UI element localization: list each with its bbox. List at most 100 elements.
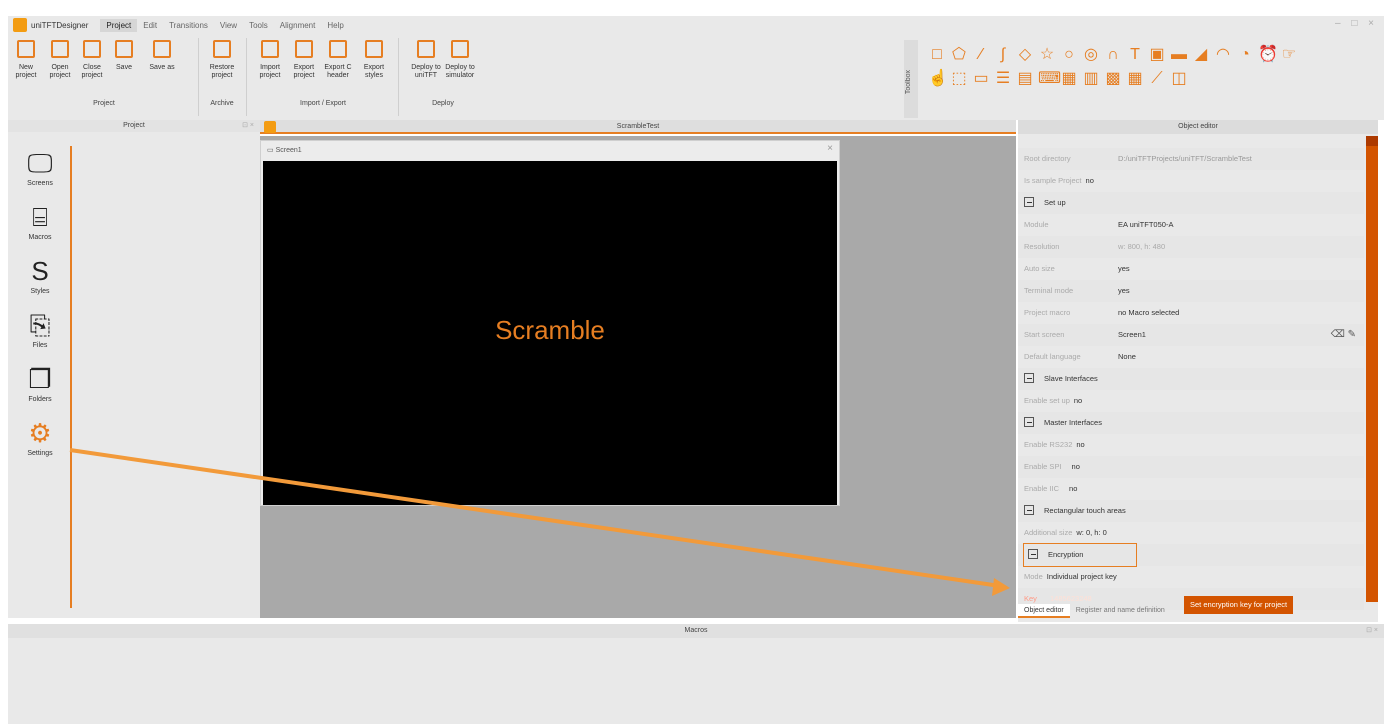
rectangle-tool-icon[interactable]: □	[928, 46, 946, 64]
menu-transitions[interactable]: Transitions	[163, 19, 214, 32]
spiral-tool-icon[interactable]: ◎	[1082, 46, 1100, 64]
camera-tool-icon[interactable]: ◫	[1170, 70, 1188, 88]
section-slave-interfaces[interactable]: Slave Interfaces	[1018, 368, 1364, 390]
panel-close-icon[interactable]: ⊡ ×	[242, 120, 254, 132]
close-project-button[interactable]: Close project	[74, 40, 110, 80]
triangle-tool-icon[interactable]: ◢	[1192, 46, 1210, 64]
dial-tool-icon[interactable]: ◔	[1236, 46, 1254, 64]
open-project-button[interactable]: Open project	[42, 40, 78, 80]
collapse-icon[interactable]	[1024, 197, 1034, 208]
screen-canvas[interactable]: Scramble	[263, 161, 837, 505]
property-row[interactable]: Enable set up no	[1018, 390, 1364, 412]
collapse-icon[interactable]	[1028, 549, 1038, 560]
save-button[interactable]: Save	[106, 40, 142, 72]
nav-folders[interactable]: ❐ Folders	[8, 362, 72, 416]
document-tab[interactable]: ScrambleTest	[260, 120, 1016, 134]
text-tool-icon[interactable]: T	[1126, 46, 1144, 64]
property-row[interactable]: Project macro no Macro selected	[1018, 302, 1364, 324]
clock-tool-icon[interactable]: ⏰	[1258, 46, 1278, 64]
property-row[interactable]: Terminal mode yes	[1018, 280, 1364, 302]
ribbon-separator	[398, 38, 399, 116]
menu-edit[interactable]: Edit	[137, 19, 163, 32]
macros-panel-header: Macros ⊡ ×	[8, 624, 1384, 638]
bar-tool-icon[interactable]: ▬	[1170, 46, 1188, 64]
menu-tools[interactable]: Tools	[243, 19, 274, 32]
scrollbar-thumb[interactable]	[1366, 136, 1378, 146]
collapse-icon[interactable]	[1024, 373, 1034, 384]
star-tool-icon[interactable]: ☆	[1038, 46, 1056, 64]
form-tool-icon[interactable]: ▥	[1082, 70, 1100, 88]
menu-view[interactable]: View	[214, 19, 243, 32]
scramble-text-object[interactable]: Scramble	[263, 315, 837, 346]
property-row[interactable]: Additional size w: 0, h: 0	[1018, 522, 1364, 544]
import-project-icon	[261, 40, 279, 58]
list-tool-icon[interactable]: ☰	[994, 70, 1012, 88]
property-row[interactable]: Root directory D:/uniTFTProjects/uniTFT/S…	[1018, 148, 1364, 170]
nav-macros[interactable]: ⌸ Macros	[8, 200, 72, 254]
polygon-tool-icon[interactable]: ◇	[1016, 46, 1034, 64]
line-tool-icon[interactable]: ∕	[972, 46, 990, 64]
gauge-tool-icon[interactable]: ◠	[1214, 46, 1232, 64]
touch-tool-icon[interactable]: ☞	[1280, 46, 1298, 64]
screen-close-icon[interactable]: ×	[827, 143, 833, 154]
deploy-uniTFT-button[interactable]: Deploy to uniTFT	[408, 40, 444, 80]
section-encryption[interactable]: Encryption	[1018, 543, 1364, 567]
save-as-button[interactable]: Save as	[144, 40, 180, 72]
clear-edit-icons[interactable]: ⌫ ✎	[1331, 324, 1356, 346]
gesture-tool-icon[interactable]: ☝	[928, 70, 948, 88]
collapse-icon[interactable]	[1024, 505, 1034, 516]
property-row[interactable]: Default language None	[1018, 346, 1364, 368]
tab-object-editor[interactable]: Object editor	[1018, 604, 1070, 618]
ellipse-tool-icon[interactable]: ○	[1060, 46, 1078, 64]
nav-styles[interactable]: S Styles	[8, 254, 72, 308]
menu-tool-icon[interactable]: ▤	[1016, 70, 1034, 88]
nav-selection-line	[70, 146, 72, 608]
export-styles-button[interactable]: Export styles	[356, 40, 392, 80]
group-label-import-export: Import / Export	[300, 100, 346, 107]
property-row[interactable]: Auto size yes	[1018, 258, 1364, 280]
touch-area-tool-icon[interactable]: ⬚	[950, 70, 968, 88]
deploy-simulator-button[interactable]: Deploy to simulator	[442, 40, 478, 80]
property-row[interactable]: Start screen Screen1 ⌫ ✎	[1018, 324, 1364, 346]
save-icon	[115, 40, 133, 58]
restore-project-button[interactable]: Restore project	[204, 40, 240, 80]
button-tool-icon[interactable]: ▭	[972, 70, 990, 88]
chart-tool-icon[interactable]: ⟋	[1148, 70, 1166, 88]
table-tool-icon[interactable]: ▦	[1126, 70, 1144, 88]
nav-screens[interactable]: 🖵 Screens	[8, 146, 72, 200]
property-row[interactable]: Enable IIC no	[1018, 478, 1364, 500]
menu-help[interactable]: Help	[321, 19, 349, 32]
pentagon-tool-icon[interactable]: ⬠	[950, 46, 968, 64]
nav-files[interactable]: ⎘ Files	[8, 308, 72, 362]
screen-window[interactable]: ▭ Screen1 × Scramble	[260, 140, 840, 506]
encryption-highlight: Encryption	[1023, 543, 1137, 567]
section-master-interfaces[interactable]: Master Interfaces	[1018, 412, 1364, 434]
section-touch-areas[interactable]: Rectangular touch areas	[1018, 500, 1364, 522]
panel-tool-icon[interactable]: ▩	[1104, 70, 1122, 88]
collapse-icon[interactable]	[1024, 417, 1034, 428]
image-tool-icon[interactable]: ▣	[1148, 46, 1166, 64]
nav-settings[interactable]: ⚙ Settings	[8, 416, 72, 470]
property-row[interactable]: Enable RS232 no	[1018, 434, 1364, 456]
import-project-button[interactable]: Import project	[252, 40, 288, 80]
object-editor-scrollbar[interactable]	[1366, 136, 1378, 602]
property-row[interactable]: Enable SPI no	[1018, 456, 1364, 478]
export-c-header-button[interactable]: Export C header	[320, 40, 356, 80]
property-row[interactable]: Module EA uniTFT050-A	[1018, 214, 1364, 236]
property-row[interactable]: Resolution w: 800, h: 480	[1018, 236, 1364, 258]
keyboard-tool-icon[interactable]: ⌨	[1038, 70, 1061, 88]
curve-tool-icon[interactable]: ∫	[994, 46, 1012, 64]
export-project-button[interactable]: Export project	[286, 40, 322, 80]
menu-project[interactable]: Project	[100, 18, 138, 32]
property-row[interactable]: Mode Individual project key	[1018, 566, 1364, 588]
tab-register-name-definition[interactable]: Register and name definition	[1070, 604, 1171, 618]
panel-close-icon[interactable]: ⊡ ×	[1366, 624, 1378, 638]
input-tool-icon[interactable]: ▦	[1060, 70, 1078, 88]
ribbon-separator	[246, 38, 247, 116]
arc-tool-icon[interactable]: ∩	[1104, 46, 1122, 64]
section-setup[interactable]: Set up	[1018, 192, 1364, 214]
property-row[interactable]: Is sample Project no	[1018, 170, 1364, 192]
window-controls[interactable]: – □ ×	[1335, 18, 1378, 29]
menu-alignment[interactable]: Alignment	[274, 19, 322, 32]
new-project-button[interactable]: New project	[8, 40, 44, 80]
